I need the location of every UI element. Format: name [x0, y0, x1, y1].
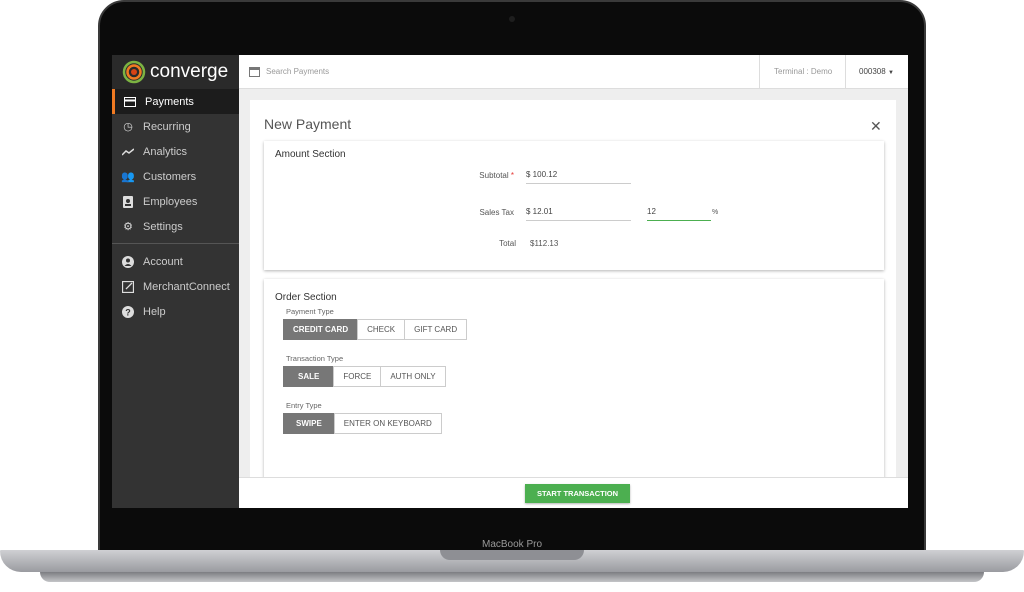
subtotal-input[interactable]: $ 100.12: [526, 170, 631, 184]
new-payment-card: New Payment ✕ Amount Section Subtotal * …: [250, 100, 896, 508]
total-value: $112.13: [530, 239, 559, 248]
sidebar-item-merchantconnect[interactable]: MerchantConnect: [112, 274, 239, 299]
gift-card-button[interactable]: GIFT CARD: [404, 319, 468, 340]
topbar-divider: [759, 55, 760, 89]
subtotal-label: Subtotal *: [444, 171, 514, 180]
laptop-notch: [440, 550, 584, 560]
svg-text:?: ?: [125, 307, 131, 317]
sidebar-item-payments[interactable]: Payments: [112, 89, 239, 114]
gear-icon: ⚙: [123, 221, 133, 233]
sidebar-item-label: Settings: [143, 220, 183, 233]
sidebar: converge Payments ◷ Recurring Analytics 👥…: [112, 55, 239, 508]
topbar-divider: [845, 55, 846, 89]
screen: converge Payments ◷ Recurring Analytics 👥…: [112, 55, 908, 508]
close-icon[interactable]: ✕: [870, 118, 882, 135]
payment-type-group: CREDIT CARD CHECK GIFT CARD: [283, 319, 468, 340]
sidebar-divider: [112, 243, 239, 244]
entry-type-group: SWIPE ENTER ON KEYBOARD: [283, 413, 442, 434]
sidebar-item-label: Employees: [143, 195, 198, 208]
enter-on-keyboard-button[interactable]: ENTER ON KEYBOARD: [333, 413, 442, 434]
tax-rate-input[interactable]: 12: [647, 207, 711, 221]
external-link-icon: [122, 280, 134, 293]
brand-name: converge: [150, 61, 229, 82]
credit-card-button[interactable]: CREDIT CARD: [283, 319, 359, 340]
sales-tax-input[interactable]: $ 12.01: [526, 207, 631, 221]
device-label: MacBook Pro: [481, 539, 543, 550]
transaction-type-group: SALE FORCE AUTH ONLY: [283, 366, 446, 387]
sidebar-item-label: Recurring: [143, 120, 191, 133]
sidebar-item-analytics[interactable]: Analytics: [112, 139, 239, 164]
sale-button[interactable]: SALE: [283, 366, 335, 387]
sidebar-item-label: Analytics: [143, 145, 188, 158]
subtotal-label-text: Subtotal: [479, 171, 509, 180]
auth-only-button[interactable]: AUTH ONLY: [380, 366, 446, 387]
terminal-label: Terminal : Demo: [774, 67, 833, 76]
account-dropdown[interactable]: 000308 ▼: [859, 67, 894, 76]
section-heading: Order Section: [275, 292, 337, 303]
transaction-type-label: Transaction Type: [286, 354, 344, 363]
sidebar-item-label: Help: [143, 305, 166, 318]
entry-type-label: Entry Type: [286, 401, 322, 410]
swipe-button[interactable]: SWIPE: [283, 413, 335, 434]
sidebar-item-label: MerchantConnect: [143, 280, 230, 293]
force-button[interactable]: FORCE: [333, 366, 382, 387]
percent-sign: %: [712, 209, 719, 216]
account-number: 000308: [859, 67, 886, 76]
help-icon: ?: [122, 305, 134, 318]
sidebar-item-customers[interactable]: 👥 Customers: [112, 164, 239, 189]
order-section: Order Section Payment Type CREDIT CARD C…: [264, 279, 884, 508]
badge-icon: [122, 195, 134, 208]
sales-tax-label: Sales Tax: [479, 208, 514, 217]
trending-icon: [122, 146, 134, 158]
clock-icon: ◷: [123, 121, 133, 133]
sidebar-item-account[interactable]: Account: [112, 249, 239, 274]
credit-card-icon: [124, 96, 136, 108]
camera: [509, 16, 515, 22]
search-input[interactable]: Search Payments: [266, 67, 329, 76]
amount-section: Amount Section Subtotal * $ 100.12 Sales…: [264, 141, 884, 270]
sidebar-item-label: Customers: [143, 170, 197, 183]
converge-logo-icon: [122, 60, 146, 84]
laptop-base-bottom: [40, 572, 984, 582]
bottom-bar: START TRANSACTION: [239, 477, 908, 508]
sidebar-item-settings[interactable]: ⚙ Settings: [112, 214, 239, 239]
sidebar-item-label: Payments: [145, 95, 194, 108]
payment-type-label: Payment Type: [286, 307, 334, 316]
sidebar-item-help[interactable]: ? Help: [112, 299, 239, 324]
account-icon: [122, 255, 134, 268]
required-marker: *: [510, 171, 514, 180]
check-button[interactable]: CHECK: [357, 319, 406, 340]
total-label: Total: [499, 239, 516, 248]
sidebar-item-recurring[interactable]: ◷ Recurring: [112, 114, 239, 139]
people-icon: 👥: [121, 171, 135, 183]
page-title: New Payment: [264, 116, 352, 132]
caret-down-icon: ▼: [887, 70, 894, 76]
section-heading: Amount Section: [275, 149, 346, 160]
logo[interactable]: converge: [112, 55, 239, 89]
sidebar-item-employees[interactable]: Employees: [112, 189, 239, 214]
start-transaction-button[interactable]: START TRANSACTION: [525, 484, 630, 503]
sidebar-item-label: Account: [143, 255, 183, 268]
topbar: Search Payments Terminal : Demo 000308 ▼: [239, 55, 908, 89]
calendar-icon: [249, 66, 260, 79]
